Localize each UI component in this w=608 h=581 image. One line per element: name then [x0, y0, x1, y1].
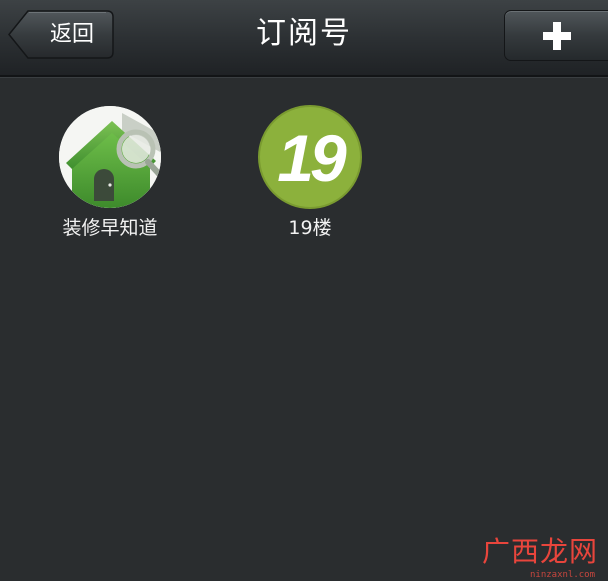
back-button[interactable]: 返回: [8, 10, 114, 59]
back-label: 返回: [49, 22, 94, 47]
house-icon: [58, 105, 162, 209]
top-bar: 订阅号 返回: [0, 0, 608, 77]
19lou-logo-text: 19: [277, 121, 347, 195]
account-item-19lou[interactable]: 19 19楼: [245, 105, 375, 245]
watermark-brand: 广西龙网: [481, 535, 598, 568]
add-button[interactable]: [504, 10, 608, 61]
account-name: 装修早知道: [62, 217, 158, 239]
watermark-url: ninzaxnl.com: [530, 570, 596, 580]
account-name: 19楼: [288, 217, 332, 239]
account-item-zhuangxiu[interactable]: 装修早知道: [45, 105, 175, 245]
19lou-logo-icon: 19: [258, 105, 362, 209]
plus-icon: [543, 22, 571, 50]
